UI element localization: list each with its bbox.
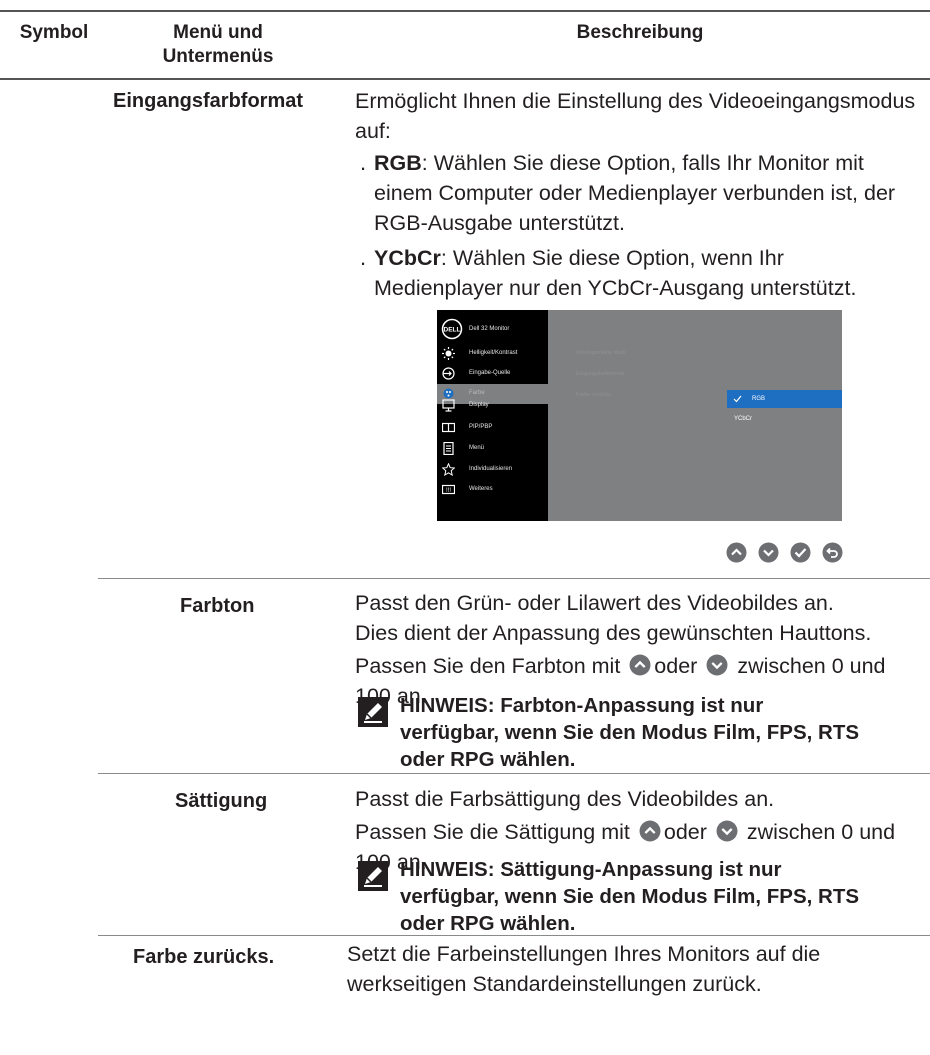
- row-divider: [98, 578, 930, 579]
- farbton-note: HINWEIS: Farbton-Anpassung ist nur verfü…: [400, 694, 860, 771]
- osd-item-brightness[interactable]: Helligkeit/Kontrast: [437, 344, 548, 364]
- row-label-eingangsfarbformat: Eingangsfarbformat: [113, 90, 304, 112]
- osd-submenu-input-color-format[interactable]: Eingangsfarbformat: [576, 371, 624, 377]
- osd-submenu-reset-color[interactable]: Farbe zurücks.: [576, 392, 612, 398]
- row-divider: [98, 773, 930, 774]
- menu-icon: [443, 442, 454, 455]
- up-button-icon: [629, 654, 651, 676]
- farbe-zuruecks-desc: Setzt die Farbeinstellungen Ihres Monito…: [347, 942, 821, 996]
- header-description: Beschreibung: [576, 22, 704, 43]
- pip-pbp-icon: [442, 422, 455, 433]
- note-pencil-icon: [358, 697, 388, 727]
- osd-item-input-source[interactable]: Eingabe-Quelle: [437, 364, 548, 384]
- header-menu: Menü und Untermenüs: [162, 22, 274, 67]
- saettigung-note: HINWEIS: Sättigung-Anpassung ist nur ver…: [400, 858, 860, 935]
- note-pencil-icon: [358, 861, 388, 891]
- row-label-farbton: Farbton: [180, 595, 255, 617]
- brightness-icon: [442, 347, 455, 360]
- option-rgb-desc: RGB: Wählen Sie diese Option, falls Ihr …: [374, 151, 896, 235]
- osd-item-menu[interactable]: Menü: [437, 439, 548, 459]
- input-source-icon: [442, 367, 455, 380]
- others-icon: !!!: [442, 484, 455, 495]
- osd-item-display[interactable]: Display: [437, 396, 548, 416]
- down-button-icon: [706, 654, 728, 676]
- back-button-icon: [822, 542, 843, 563]
- table-top-rule: [0, 10, 930, 12]
- row-label-saettigung: Sättigung: [175, 790, 268, 812]
- up-button-icon: [726, 542, 747, 563]
- osd-option-rgb[interactable]: RGB: [727, 390, 842, 408]
- ok-button-icon: [790, 542, 811, 563]
- row-label-farbe-zuruecks: Farbe zurücks.: [133, 946, 275, 968]
- osd-main-menu: DELL Dell 32 Monitor Helligkeit/Kontrast…: [437, 310, 548, 521]
- row-divider: [98, 935, 930, 936]
- osd-title: Dell 32 Monitor: [469, 326, 510, 332]
- eingangsfarbformat-desc: Ermöglicht Ihnen die Einstellung des Vid…: [355, 89, 916, 143]
- osd-submenu-preset-modes[interactable]: Voreingestellte Modi: [576, 350, 626, 356]
- star-icon: [442, 463, 455, 476]
- osd-item-pip-pbp[interactable]: PIP/PBP: [437, 418, 548, 438]
- option-ycbcr-desc: YCbCr: Wählen Sie diese Option, wenn Ihr…: [374, 246, 857, 300]
- bullet-dot: .: [360, 245, 367, 270]
- display-icon: [442, 399, 455, 412]
- svg-text:!!!: !!!: [446, 488, 451, 494]
- osd-option-ycbcr[interactable]: YCbCr: [727, 410, 842, 428]
- down-button-icon: [758, 542, 779, 563]
- svg-text:DELL: DELL: [444, 327, 461, 334]
- dell-logo-icon: DELL: [441, 318, 463, 340]
- checkmark-icon: [733, 395, 742, 403]
- header-bottom-rule: [0, 78, 930, 80]
- osd-menu-screenshot: DELL Dell 32 Monitor Helligkeit/Kontrast…: [437, 310, 842, 521]
- osd-item-personalize[interactable]: Individualisieren: [437, 460, 548, 480]
- up-button-icon: [639, 820, 661, 842]
- osd-item-others[interactable]: !!! Weiteres: [437, 480, 548, 500]
- bullet-dot: .: [360, 150, 367, 175]
- header-symbol: Symbol: [19, 22, 89, 43]
- down-button-icon: [716, 820, 738, 842]
